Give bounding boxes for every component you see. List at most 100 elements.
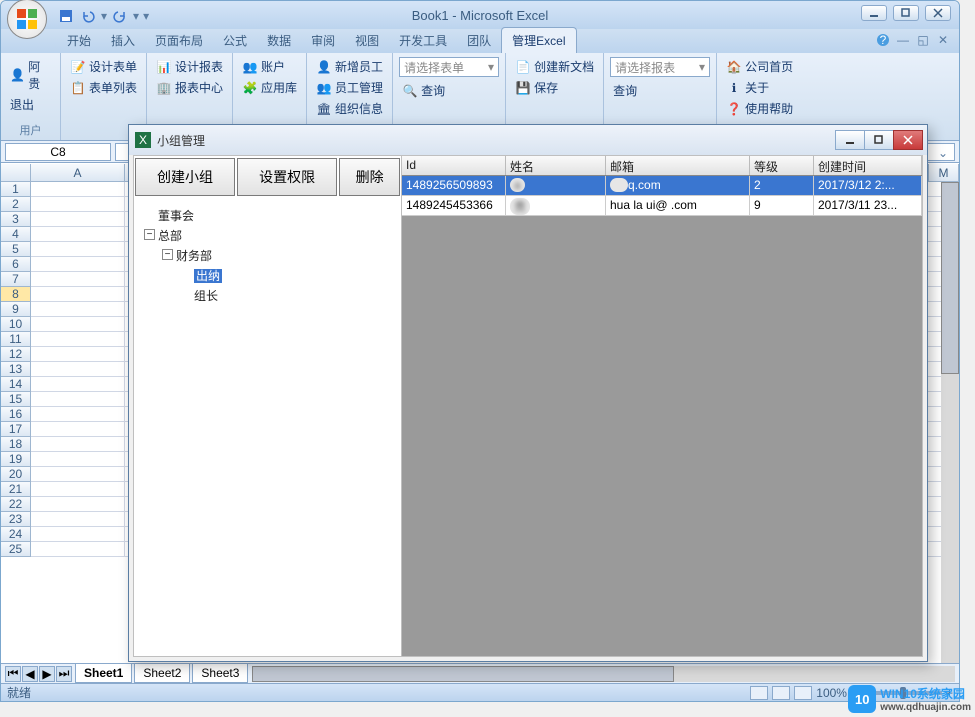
tab-manage-excel[interactable]: 管理Excel — [501, 27, 576, 53]
row-header-1[interactable]: 1 — [1, 182, 31, 197]
maximize-button[interactable] — [893, 5, 919, 21]
mdi-restore[interactable]: ◱ — [915, 32, 931, 48]
row-header-25[interactable]: 25 — [1, 542, 31, 557]
th-time[interactable]: 创建时间 — [814, 156, 922, 175]
th-email[interactable]: 邮箱 — [606, 156, 750, 175]
row-header-12[interactable]: 12 — [1, 347, 31, 362]
th-name[interactable]: 姓名 — [506, 156, 606, 175]
tree-node-board[interactable]: 董事会 — [158, 206, 395, 226]
tab-dev[interactable]: 开发工具 — [389, 28, 457, 53]
row-header-24[interactable]: 24 — [1, 527, 31, 542]
dlg-maximize[interactable] — [864, 130, 894, 150]
view-layout[interactable] — [772, 686, 790, 700]
tab-formula[interactable]: 公式 — [213, 28, 257, 53]
row-header-3[interactable]: 3 — [1, 212, 31, 227]
row-header-16[interactable]: 16 — [1, 407, 31, 422]
tab-review[interactable]: 审阅 — [301, 28, 345, 53]
rib-report-center[interactable]: 🏢报表中心 — [153, 78, 226, 97]
minimize-button[interactable] — [861, 5, 887, 21]
mdi-close[interactable]: ✕ — [935, 32, 951, 48]
sheet-last[interactable]: ⏭ — [56, 666, 72, 682]
collapse-icon[interactable]: − — [144, 229, 155, 240]
row-header-19[interactable]: 19 — [1, 452, 31, 467]
save-button[interactable] — [57, 7, 75, 25]
rib-help[interactable]: ❓使用帮助 — [723, 99, 796, 118]
dlg-close[interactable] — [893, 130, 923, 150]
name-box[interactable]: C8 — [5, 143, 111, 161]
rib-about[interactable]: ℹ关于 — [723, 78, 796, 97]
sheet-prev[interactable]: ◀ — [22, 666, 38, 682]
row-header-20[interactable]: 20 — [1, 467, 31, 482]
dlg-minimize[interactable] — [835, 130, 865, 150]
horizontal-scrollbar[interactable] — [252, 666, 955, 682]
rib-manage-employee[interactable]: 👥员工管理 — [313, 78, 386, 97]
rib-design-form[interactable]: 📝设计表单 — [67, 57, 140, 76]
row-header-13[interactable]: 13 — [1, 362, 31, 377]
rib-homepage[interactable]: 🏠公司首页 — [723, 57, 796, 76]
group-tree[interactable]: 董事会 −总部 −财务部 出纳 组长 — [134, 198, 401, 656]
rib-org-info[interactable]: 🏛组织信息 — [313, 99, 386, 118]
rib-query-form[interactable]: 🔍查询 — [399, 81, 499, 100]
row-header-5[interactable]: 5 — [1, 242, 31, 257]
row-header-21[interactable]: 21 — [1, 482, 31, 497]
row-header-8[interactable]: 8 — [1, 287, 31, 302]
tree-node-hq[interactable]: −总部 −财务部 出纳 组长 — [158, 226, 395, 306]
row-header-15[interactable]: 15 — [1, 392, 31, 407]
row-header-10[interactable]: 10 — [1, 317, 31, 332]
select-all-corner[interactable] — [1, 164, 31, 181]
rib-form-list[interactable]: 📋表单列表 — [67, 78, 140, 97]
rib-account[interactable]: 👥账户 — [239, 57, 300, 76]
tree-node-cashier[interactable]: 出纳 — [194, 266, 395, 286]
tab-data[interactable]: 数据 — [257, 28, 301, 53]
sheet-tab-1[interactable]: Sheet1 — [75, 664, 132, 683]
th-id[interactable]: Id — [402, 156, 506, 175]
row-header-18[interactable]: 18 — [1, 437, 31, 452]
rib-user[interactable]: 👤阿贵 — [7, 57, 54, 93]
sheet-tab-3[interactable]: Sheet3 — [192, 664, 248, 683]
mdi-minimize[interactable]: — — [895, 32, 911, 48]
undo-dropdown-icon[interactable]: ▾ — [101, 9, 107, 23]
row-header-4[interactable]: 4 — [1, 227, 31, 242]
rib-query-report[interactable]: 查询 — [610, 81, 710, 100]
row-header-17[interactable]: 17 — [1, 422, 31, 437]
tab-view[interactable]: 视图 — [345, 28, 389, 53]
table-row[interactable]: 1489245453366 贵 hua la ui@ .com 9 2017/3… — [402, 196, 922, 216]
vertical-scrollbar[interactable] — [941, 182, 959, 663]
tab-team[interactable]: 团队 — [457, 28, 501, 53]
view-normal[interactable] — [750, 686, 768, 700]
col-a[interactable]: A — [31, 164, 125, 181]
row-header-22[interactable]: 22 — [1, 497, 31, 512]
row-header-23[interactable]: 23 — [1, 512, 31, 527]
row-header-11[interactable]: 11 — [1, 332, 31, 347]
office-button[interactable] — [7, 0, 47, 39]
close-button[interactable] — [925, 5, 951, 21]
tree-node-leader[interactable]: 组长 — [194, 286, 395, 306]
th-level[interactable]: 等级 — [750, 156, 814, 175]
qat-customize-icon[interactable]: ▾ — [143, 9, 149, 23]
sheet-next[interactable]: ▶ — [39, 666, 55, 682]
row-header-2[interactable]: 2 — [1, 197, 31, 212]
redo-dropdown-icon[interactable]: ▾ — [133, 9, 139, 23]
tab-layout[interactable]: 页面布局 — [145, 28, 213, 53]
dialog-titlebar[interactable]: X 小组管理 — [129, 125, 927, 155]
tab-insert[interactable]: 插入 — [101, 28, 145, 53]
rib-new-doc[interactable]: 📄创建新文档 — [512, 57, 597, 76]
report-select[interactable]: 请选择报表▾ — [610, 57, 710, 77]
rib-app-store[interactable]: 🧩应用库 — [239, 78, 300, 97]
create-group-button[interactable]: 创建小组 — [135, 158, 235, 196]
redo-button[interactable] — [111, 7, 129, 25]
rib-save[interactable]: 💾保存 — [512, 78, 597, 97]
sheet-first[interactable]: ⏮ — [5, 666, 21, 682]
help-button[interactable]: ? — [875, 32, 891, 48]
row-header-9[interactable]: 9 — [1, 302, 31, 317]
delete-button[interactable]: 删除 — [339, 158, 400, 196]
tab-home[interactable]: 开始 — [57, 28, 101, 53]
row-header-6[interactable]: 6 — [1, 257, 31, 272]
tree-node-finance[interactable]: −财务部 出纳 组长 — [176, 246, 395, 306]
table-row[interactable]: 1489256509893 a q.com 2 2017/3/12 2:... — [402, 176, 922, 196]
view-pagebreak[interactable] — [794, 686, 812, 700]
expand-fx-icon[interactable]: ⌄ — [938, 146, 952, 160]
col-m[interactable]: M — [929, 164, 959, 181]
undo-button[interactable] — [79, 7, 97, 25]
rib-add-employee[interactable]: 👤新增员工 — [313, 57, 386, 76]
